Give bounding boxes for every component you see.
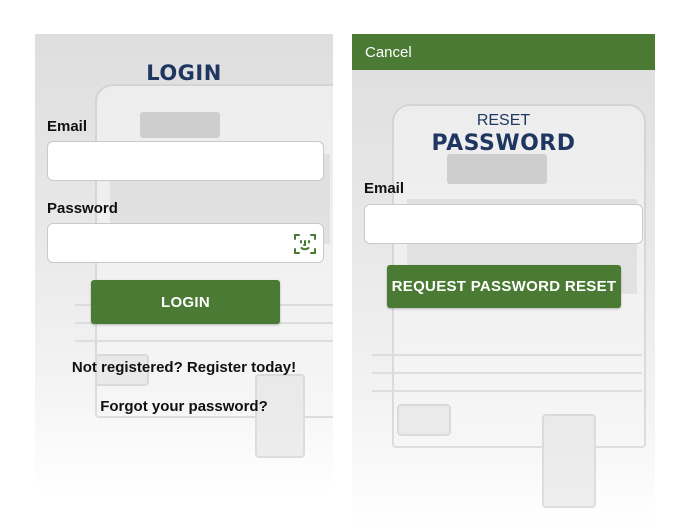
email-field[interactable]: [47, 141, 324, 181]
bus-background-image: [55, 54, 333, 494]
page-title: LOGIN: [146, 61, 222, 85]
login-button[interactable]: LOGIN: [91, 280, 280, 324]
register-link[interactable]: Not registered? Register today!: [35, 359, 333, 376]
request-password-reset-button[interactable]: REQUEST PASSWORD RESET: [387, 265, 621, 308]
login-screen: LOGIN Email Password LOGIN Not registere…: [35, 34, 333, 494]
page-title: PASSWORD: [431, 131, 576, 156]
reset-password-screen: Cancel RESET PASSWORD Email REQUEST PASS…: [352, 34, 655, 527]
password-field[interactable]: [47, 223, 324, 263]
email-label: Email: [47, 118, 88, 135]
password-label: Password: [47, 200, 118, 217]
forgot-password-link[interactable]: Forgot your password?: [35, 398, 333, 415]
page-title-top: RESET: [476, 112, 531, 129]
face-id-icon[interactable]: [293, 232, 317, 256]
email-label: Email: [364, 180, 405, 197]
cancel-button[interactable]: Cancel: [365, 44, 412, 61]
email-field[interactable]: [364, 204, 643, 244]
top-bar: Cancel: [352, 34, 655, 70]
